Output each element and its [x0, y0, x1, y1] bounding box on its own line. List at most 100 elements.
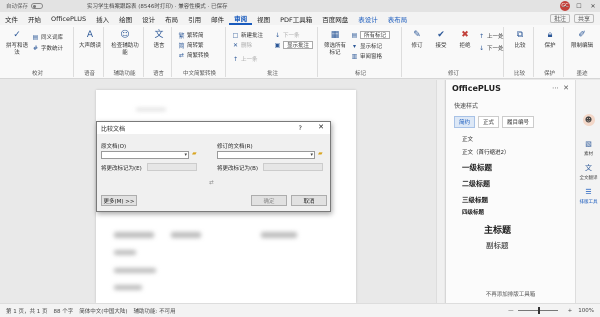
cancel-button[interactable]: 取消: [291, 195, 327, 206]
style-body[interactable]: 正文: [462, 135, 473, 143]
tab-insert[interactable]: 插入: [91, 12, 114, 25]
check-accessibility-button[interactable]: ☺ 检查辅助功能: [109, 29, 141, 57]
tab-home[interactable]: 开始: [23, 12, 46, 25]
language-status[interactable]: 简体中文(中国大陆): [79, 307, 127, 315]
style-heading2[interactable]: 二级标题: [462, 179, 490, 189]
tab-pdf-tools[interactable]: PDF工具箱: [275, 12, 317, 25]
comments-button[interactable]: 批注: [549, 14, 570, 23]
ok-button[interactable]: 确定: [251, 195, 287, 206]
show-comments-button[interactable]: ▣ 显示批注: [274, 41, 314, 49]
tab-table-design[interactable]: 表设计: [353, 12, 383, 25]
folder-icon[interactable]: ▰: [318, 150, 323, 157]
tab-numbering[interactable]: 履目编号: [502, 116, 535, 128]
rail-translate[interactable]: 文 全文翻译: [577, 162, 600, 181]
blurred-text: [136, 108, 166, 111]
comment-show-icon: ▣: [274, 41, 281, 49]
wordcount-button[interactable]: # 字数统计: [32, 44, 63, 53]
tab-mailings[interactable]: 邮件: [206, 12, 229, 25]
help-icon[interactable]: ?: [299, 124, 302, 132]
style-heading4[interactable]: 四级标题: [462, 208, 484, 216]
markup-dropdown[interactable]: ▤ 所有标记: [351, 31, 391, 39]
autosave-toggle[interactable]: [31, 3, 44, 9]
next-change-button[interactable]: ↓ 下一处: [478, 44, 504, 53]
thesaurus-button[interactable]: ▤ 同义词库: [32, 33, 63, 42]
review-pane-button[interactable]: ▥ 审阅窗格: [351, 52, 382, 61]
maximize-button[interactable]: ☐: [572, 0, 586, 12]
accessibility-icon: ☺: [120, 30, 130, 40]
style-subtitle[interactable]: 副标题: [486, 240, 509, 251]
revised-mark-field[interactable]: [263, 163, 323, 171]
revised-document-combo[interactable]: ▾: [217, 151, 315, 159]
style-body-indent[interactable]: 正文（首行缩进2）: [462, 148, 510, 156]
zoom-slider[interactable]: [517, 307, 558, 314]
arrow-up-icon: ↑: [232, 55, 239, 63]
folder-icon[interactable]: ▰: [192, 150, 197, 157]
swap-icon[interactable]: ⇄: [209, 180, 214, 186]
simp-to-trad-button[interactable]: 简简转繁: [178, 41, 203, 50]
next-comment-button[interactable]: ↓ 下一条: [274, 31, 300, 40]
protect-button[interactable]: 🔒︎ 保护: [538, 29, 562, 50]
style-heading3[interactable]: 三级标题: [462, 194, 488, 204]
tab-table-layout[interactable]: 表布局: [383, 12, 413, 25]
new-comment-button[interactable]: □ 新建批注: [232, 31, 263, 40]
reject-button[interactable]: ✖ 拒绝: [454, 29, 476, 50]
dialog-close-icon[interactable]: ✕: [318, 123, 324, 131]
more-button[interactable]: 更多(M) >>: [101, 195, 137, 206]
layout-tools-icon: ☰: [585, 188, 592, 196]
minimize-button[interactable]: —: [558, 0, 572, 12]
language-button[interactable]: 文 语言: [148, 29, 170, 50]
tab-design[interactable]: 设计: [137, 12, 160, 25]
rail-layout-tools[interactable]: ☰ 排版工具: [577, 186, 600, 205]
count-icon: #: [32, 44, 39, 52]
style-heading1[interactable]: 一级标题: [462, 162, 492, 173]
original-document-combo[interactable]: ▾: [101, 151, 189, 159]
tab-file[interactable]: 文件: [0, 12, 23, 25]
tab-view[interactable]: 视图: [252, 12, 275, 25]
word-count[interactable]: 88 个字: [54, 307, 74, 315]
filter-markup-button[interactable]: ▦ 筛选所有标记: [322, 29, 348, 57]
track-changes-button[interactable]: ✎ 修订: [406, 29, 428, 50]
tab-references[interactable]: 引用: [183, 12, 206, 25]
show-markup-button[interactable]: ▾ 显示标记: [351, 42, 382, 51]
rail-materials[interactable]: ▧ 素材: [577, 138, 600, 157]
group-label: 墨迹: [576, 71, 588, 77]
compare-button[interactable]: ⧉ 比较: [508, 29, 532, 50]
zoom-out-button[interactable]: —: [508, 308, 514, 314]
tab-officeplus[interactable]: OfficePLUS: [46, 12, 91, 25]
prev-change-button[interactable]: ↑ 上一处: [478, 32, 504, 41]
status-bar: 第 1 页，共 1 页 88 个字 简体中文(中国大陆) 辅助功能: 不可用 —…: [0, 303, 600, 317]
tab-baidu-netdisk[interactable]: 百度网盘: [317, 12, 353, 25]
trad-to-simp-button[interactable]: 繁繁转简: [178, 31, 203, 40]
tab-draw[interactable]: 绘图: [114, 12, 137, 25]
delete-comment-button[interactable]: ✕ 删除: [232, 41, 252, 50]
accessibility-status[interactable]: 辅助功能: 不可用: [134, 307, 176, 315]
markup-icon: ▤: [351, 31, 358, 39]
panel-close-icon[interactable]: ✕: [563, 84, 569, 92]
zoom-knob[interactable]: [537, 307, 540, 314]
share-button[interactable]: 共享: [573, 14, 594, 23]
spelling-button[interactable]: ✓ 拼写和语法: [4, 29, 30, 57]
tab-simple[interactable]: 简约: [454, 116, 476, 128]
original-mark-field[interactable]: [147, 163, 197, 171]
panel-title: OfficePLUS: [452, 84, 501, 93]
panel-footer[interactable]: 不再添加排版工具箱: [446, 290, 575, 298]
restrict-editing-button[interactable]: ✐ 限制编辑: [568, 29, 596, 50]
more-icon[interactable]: ⋯: [552, 84, 559, 92]
accept-button[interactable]: ✔ 接受: [430, 29, 452, 50]
close-button[interactable]: ✕: [586, 0, 600, 12]
blurred-text: [114, 268, 156, 273]
zoom-percent[interactable]: 100%: [578, 308, 594, 314]
autosave-label: 自动保存: [6, 4, 29, 10]
tab-layout[interactable]: 布局: [160, 12, 183, 25]
tab-review[interactable]: 审阅: [229, 12, 253, 25]
speaker-icon: A: [86, 30, 94, 40]
delete-icon: ✕: [232, 41, 239, 49]
style-title[interactable]: 主标题: [484, 223, 511, 236]
vertical-scrollbar[interactable]: [436, 80, 444, 303]
prev-comment-button[interactable]: ↑ 上一条: [232, 55, 258, 64]
read-aloud-button[interactable]: A 大声朗读: [77, 29, 103, 50]
rail-avatar[interactable]: ☻: [577, 114, 600, 127]
conversion-button[interactable]: ⇄ 简繁转换: [178, 51, 209, 60]
zoom-in-button[interactable]: +: [568, 308, 573, 314]
tab-formal[interactable]: 正式: [478, 116, 500, 128]
